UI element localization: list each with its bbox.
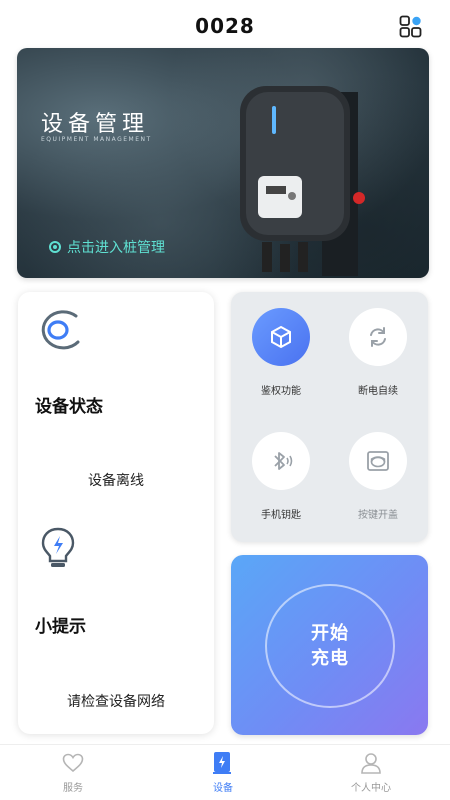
function-label: 手机钥匙 [261, 510, 301, 521]
phone-key-button[interactable]: 手机钥匙 [241, 432, 321, 521]
nav-label: 服务 [63, 783, 83, 794]
charger-device-image [240, 86, 365, 276]
function-circle [349, 432, 407, 490]
function-grid-card: 鉴权功能 断电自续 手机钥匙 按键开盖 [231, 292, 428, 542]
page-title: 0028 [195, 14, 255, 38]
power-resume-button[interactable]: 断电自续 [338, 308, 418, 397]
bluetooth-icon [274, 452, 293, 470]
device-status-value: 设备离线 [88, 473, 144, 489]
start-charging-button[interactable]: 开始 充电 [231, 555, 428, 735]
tip-title: 小提示 [35, 617, 86, 637]
function-circle [252, 432, 310, 490]
device-status-title: 设备状态 [35, 397, 103, 417]
function-circle [252, 308, 310, 366]
function-circle [349, 308, 407, 366]
nav-label: 设备 [213, 783, 233, 794]
refresh-icon [370, 327, 386, 347]
bottom-nav: 服务 设备 个人中心 [0, 744, 450, 800]
grid-apps-icon[interactable] [399, 15, 423, 39]
function-label: 断电自续 [358, 386, 398, 397]
device-status-icon [41, 310, 80, 350]
auth-function-button[interactable]: 鉴权功能 [241, 308, 321, 397]
nav-item-profile[interactable]: 个人中心 [331, 751, 411, 794]
button-icon [367, 451, 389, 471]
equipment-management-banner[interactable]: 设备管理 EQUIPMENT MANAGEMENT 点击进入桩管理 [17, 48, 429, 278]
heart-icon [62, 753, 84, 773]
function-label: 按键开盖 [358, 510, 398, 521]
nav-item-service[interactable]: 服务 [33, 751, 113, 794]
charge-label-line2: 充电 [311, 648, 349, 669]
charger-icon [213, 752, 231, 774]
banner-title: 设备管理 [41, 112, 150, 137]
user-icon [361, 753, 381, 774]
charge-label: 开始 充电 [265, 621, 395, 671]
banner-link-label: 点击进入桩管理 [67, 240, 165, 256]
header: 0028 [0, 0, 450, 52]
device-status-card: 设备状态 设备离线 小提示 请检查设备网络 [18, 292, 214, 734]
lightbulb-icon [41, 527, 75, 567]
nav-item-device[interactable]: 设备 [183, 751, 263, 794]
enter-pile-management-link[interactable]: 点击进入桩管理 [49, 237, 165, 257]
button-open-lid-button[interactable]: 按键开盖 [338, 432, 418, 521]
tip-value: 请检查设备网络 [67, 694, 165, 710]
charge-label-line1: 开始 [311, 623, 349, 644]
function-label: 鉴权功能 [261, 386, 301, 397]
cube-icon [271, 325, 291, 349]
banner-subtitle: EQUIPMENT MANAGEMENT [41, 136, 152, 143]
nav-label: 个人中心 [351, 783, 391, 794]
radio-dot-icon [49, 241, 61, 253]
